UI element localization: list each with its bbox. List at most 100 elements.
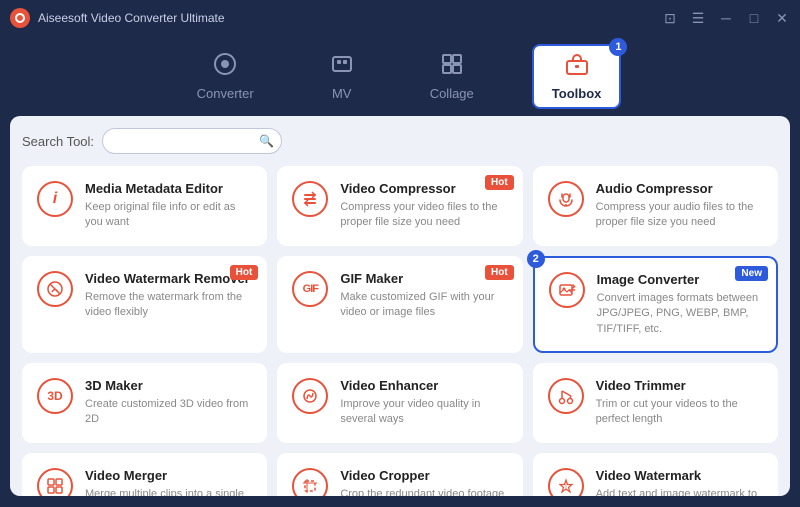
video-watermark-title: Video Watermark xyxy=(596,468,763,483)
collage-icon xyxy=(440,52,464,82)
media-metadata-editor-icon: i xyxy=(37,181,73,217)
image-converter-desc: Convert images formats between JPG/JPEG,… xyxy=(597,291,762,337)
converter-icon xyxy=(213,52,237,82)
video-compressor-badge: Hot xyxy=(485,175,514,190)
video-cropper-icon xyxy=(292,468,328,496)
search-icon: 🔍 xyxy=(259,134,274,148)
image-converter-icon xyxy=(549,272,585,308)
video-watermark-remover-info: Video Watermark Remover Remove the water… xyxy=(85,271,252,321)
menu-btn[interactable]: ☰ xyxy=(690,10,706,27)
tab-toolbox[interactable]: Toolbox xyxy=(532,44,622,109)
toolbox-icon xyxy=(565,52,589,82)
3d-maker-info: 3D Maker Create customized 3D video from… xyxy=(85,378,252,428)
gif-maker-desc: Make customized GIF with your video or i… xyxy=(340,290,507,321)
title-bar: Aiseesoft Video Converter Ultimate ⊡ ☰ ─… xyxy=(0,0,800,36)
title-bar-left: Aiseesoft Video Converter Ultimate xyxy=(10,8,225,28)
app-logo-inner xyxy=(15,13,25,23)
tool-card-audio-compressor[interactable]: Audio Compressor Compress your audio fil… xyxy=(533,166,778,246)
search-label: Search Tool: xyxy=(22,134,94,149)
gif-maker-icon: GIF xyxy=(292,271,328,307)
tool-card-video-watermark[interactable]: Video Watermark Add text and image water… xyxy=(533,453,778,496)
video-enhancer-title: Video Enhancer xyxy=(340,378,507,393)
video-cropper-title: Video Cropper xyxy=(340,468,507,483)
video-enhancer-info: Video Enhancer Improve your video qualit… xyxy=(340,378,507,428)
video-compressor-title: Video Compressor xyxy=(340,181,507,196)
3d-maker-title: 3D Maker xyxy=(85,378,252,393)
3d-maker-desc: Create customized 3D video from 2D xyxy=(85,397,252,428)
close-btn[interactable]: ✕ xyxy=(774,10,790,27)
tab-collage[interactable]: Collage xyxy=(412,44,492,109)
nav-item-wrapper-toolbox: Toolbox 1 xyxy=(532,44,622,109)
video-merger-info: Video Merger Merge multiple clips into a… xyxy=(85,468,252,496)
nav-item-wrapper-collage: Collage xyxy=(412,44,492,109)
gif-maker-title: GIF Maker xyxy=(340,271,507,286)
3d-maker-icon: 3D xyxy=(37,378,73,414)
video-watermark-desc: Add text and image watermark to the vide… xyxy=(596,487,763,496)
mv-label: MV xyxy=(332,86,352,101)
gif-maker-info: GIF Maker Make customized GIF with your … xyxy=(340,271,507,321)
video-merger-icon xyxy=(37,468,73,496)
tool-card-image-converter[interactable]: 2 Image Converter Convert images formats… xyxy=(533,256,778,353)
video-trimmer-icon xyxy=(548,378,584,414)
video-compressor-desc: Compress your video files to the proper … xyxy=(340,200,507,231)
video-merger-desc: Merge multiple clips into a single piece xyxy=(85,487,252,496)
search-input[interactable] xyxy=(102,128,282,154)
video-cropper-info: Video Cropper Crop the redundant video f… xyxy=(340,468,507,496)
tool-card-gif-maker[interactable]: GIF GIF Maker Make customized GIF with y… xyxy=(277,256,522,353)
audio-compressor-info: Audio Compressor Compress your audio fil… xyxy=(596,181,763,231)
audio-compressor-icon xyxy=(548,181,584,217)
toolbox-label: Toolbox xyxy=(552,86,602,101)
audio-compressor-title: Audio Compressor xyxy=(596,181,763,196)
tool-grid: i Media Metadata Editor Keep original fi… xyxy=(22,166,778,496)
video-enhancer-desc: Improve your video quality in several wa… xyxy=(340,397,507,428)
media-metadata-editor-title: Media Metadata Editor xyxy=(85,181,252,196)
video-trimmer-info: Video Trimmer Trim or cut your videos to… xyxy=(596,378,763,428)
tool-card-media-metadata-editor[interactable]: i Media Metadata Editor Keep original fi… xyxy=(22,166,267,246)
collage-label: Collage xyxy=(430,86,474,101)
title-bar-controls: ⊡ ☰ ─ □ ✕ xyxy=(662,10,790,27)
video-compressor-icon xyxy=(292,181,328,217)
tab-mv[interactable]: MV xyxy=(312,44,372,109)
image-converter-info: Image Converter Convert images formats b… xyxy=(597,272,762,337)
app-logo xyxy=(10,8,30,28)
video-watermark-remover-badge: Hot xyxy=(230,265,259,280)
tool-card-video-compressor[interactable]: Video Compressor Compress your video fil… xyxy=(277,166,522,246)
media-metadata-editor-info: Media Metadata Editor Keep original file… xyxy=(85,181,252,231)
mv-icon xyxy=(330,52,354,82)
tab-converter[interactable]: Converter xyxy=(179,44,272,109)
minimize-btn[interactable]: ─ xyxy=(718,10,734,26)
tool-card-video-cropper[interactable]: Video Cropper Crop the redundant video f… xyxy=(277,453,522,496)
video-watermark-icon xyxy=(548,468,584,496)
video-merger-title: Video Merger xyxy=(85,468,252,483)
video-cropper-desc: Crop the redundant video footage xyxy=(340,487,507,496)
video-watermark-remover-title: Video Watermark Remover xyxy=(85,271,252,286)
toolbox-indicator: 1 xyxy=(609,38,627,56)
search-input-wrapper: 🔍 xyxy=(102,128,282,154)
video-trimmer-desc: Trim or cut your videos to the perfect l… xyxy=(596,397,763,428)
video-trimmer-title: Video Trimmer xyxy=(596,378,763,393)
tool-card-video-enhancer[interactable]: Video Enhancer Improve your video qualit… xyxy=(277,363,522,443)
gif-maker-badge: Hot xyxy=(485,265,514,280)
video-enhancer-icon xyxy=(292,378,328,414)
video-watermark-remover-icon xyxy=(37,271,73,307)
audio-compressor-desc: Compress your audio files to the proper … xyxy=(596,200,763,231)
tool-card-video-trimmer[interactable]: Video Trimmer Trim or cut your videos to… xyxy=(533,363,778,443)
video-watermark-remover-desc: Remove the watermark from the video flex… xyxy=(85,290,252,321)
maximize-btn[interactable]: □ xyxy=(746,10,762,26)
search-bar: Search Tool: 🔍 xyxy=(22,128,778,154)
image-converter-indicator: 2 xyxy=(527,250,545,268)
message-btn[interactable]: ⊡ xyxy=(662,10,678,27)
nav-item-wrapper-mv: MV xyxy=(312,44,372,109)
nav-bar: Converter MV xyxy=(0,36,800,108)
nav-item-wrapper-converter: Converter xyxy=(179,44,272,109)
app-title: Aiseesoft Video Converter Ultimate xyxy=(38,11,225,25)
video-compressor-info: Video Compressor Compress your video fil… xyxy=(340,181,507,231)
tool-card-video-watermark-remover[interactable]: Video Watermark Remover Remove the water… xyxy=(22,256,267,353)
main-content: Search Tool: 🔍 i Media Metadata Editor K… xyxy=(10,116,790,496)
converter-label: Converter xyxy=(197,86,254,101)
video-watermark-info: Video Watermark Add text and image water… xyxy=(596,468,763,496)
tool-card-video-merger[interactable]: Video Merger Merge multiple clips into a… xyxy=(22,453,267,496)
media-metadata-editor-desc: Keep original file info or edit as you w… xyxy=(85,200,252,231)
image-converter-badge: New xyxy=(735,266,768,281)
tool-card-3d-maker[interactable]: 3D 3D Maker Create customized 3D video f… xyxy=(22,363,267,443)
